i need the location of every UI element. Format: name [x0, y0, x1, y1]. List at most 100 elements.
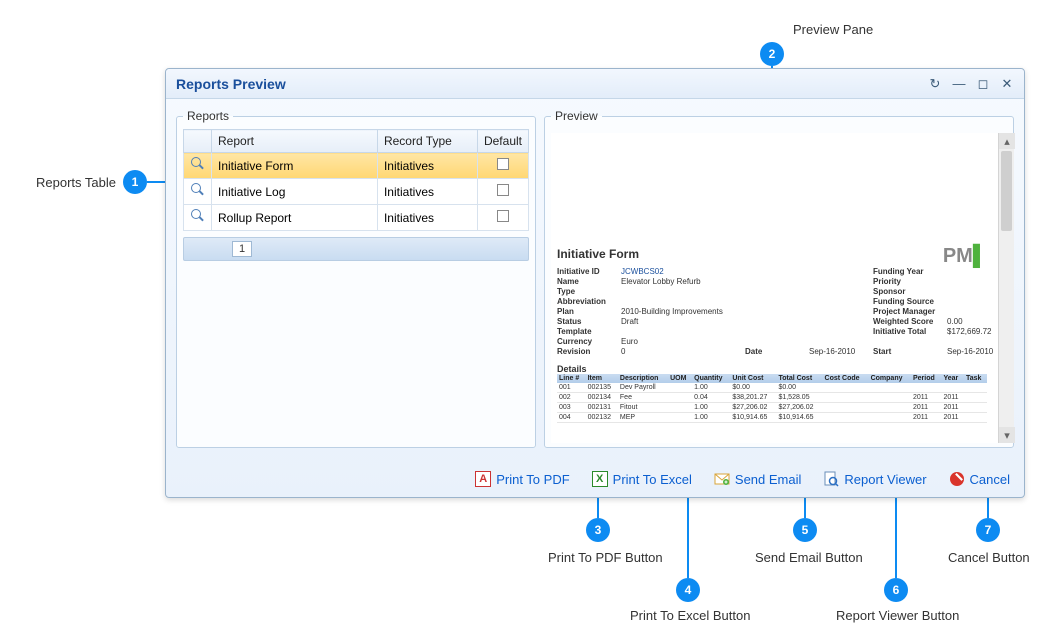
default-checkbox[interactable]	[497, 210, 509, 222]
details-col: UOM	[668, 374, 692, 383]
annotation-line	[147, 181, 165, 183]
field-value	[621, 297, 741, 306]
field-value	[621, 327, 741, 336]
annotation-badge-1: 1	[123, 170, 147, 194]
details-cell: $27,206.02	[730, 403, 776, 413]
scroll-down-icon[interactable]: ▾	[999, 427, 1015, 443]
field-label: Priority	[873, 277, 943, 286]
print-to-excel-button[interactable]: X Print To Excel	[592, 471, 692, 487]
details-cell: Fee	[618, 393, 668, 403]
field-label: Funding Source	[873, 297, 943, 306]
details-cell: 001	[557, 383, 586, 393]
field-label: Start	[873, 347, 943, 356]
refresh-icon[interactable]: ↻	[928, 77, 942, 91]
details-cell	[869, 383, 911, 393]
field-label: Currency	[557, 337, 617, 346]
details-cell	[823, 413, 869, 423]
window-controls: ↻ — ◻ ✕	[928, 77, 1014, 91]
pm-logo: PM▌	[943, 245, 987, 268]
details-col: Item	[586, 374, 618, 383]
print-to-pdf-button[interactable]: A Print To PDF	[475, 471, 569, 487]
field-label: Status	[557, 317, 617, 326]
details-cell	[964, 383, 987, 393]
close-icon[interactable]: ✕	[1000, 77, 1014, 91]
col-default[interactable]: Default	[477, 130, 528, 153]
scroll-thumb[interactable]	[1001, 151, 1012, 231]
details-cell	[869, 403, 911, 413]
details-cell	[668, 403, 692, 413]
details-cell: $38,201.27	[730, 393, 776, 403]
magnifier-icon[interactable]	[191, 209, 205, 223]
reports-header-row: Report Record Type Default	[184, 130, 529, 153]
doc-fields: Initiative ID JCWBCS02 Funding Year Name…	[557, 267, 987, 356]
pager: 1	[183, 237, 529, 261]
col-report[interactable]: Report	[212, 130, 378, 153]
field-label: Name	[557, 277, 617, 286]
reports-panel: Reports Report Record Type Default Initi…	[176, 109, 536, 448]
details-cell: 1.00	[692, 383, 730, 393]
cancel-button[interactable]: Cancel	[949, 471, 1010, 487]
minimize-icon[interactable]: —	[952, 77, 966, 91]
pager-page-1[interactable]: 1	[232, 241, 252, 257]
col-record-type[interactable]: Record Type	[377, 130, 477, 153]
annotation-badge-7: 7	[976, 518, 1000, 542]
preview-viewport: PM▌ Initiative Form Initiative ID JCWBCS…	[551, 133, 1009, 443]
details-col: Description	[618, 374, 668, 383]
field-value: JCWBCS02	[621, 267, 741, 276]
table-row[interactable]: Rollup Report Initiatives	[184, 205, 529, 231]
doc-title: Initiative Form	[557, 247, 987, 261]
details-col: Cost Code	[823, 374, 869, 383]
details-row: 004002132MEP1.00$10,914.65$10,914.652011…	[557, 413, 987, 423]
details-cell: 004	[557, 413, 586, 423]
details-cell: 1.00	[692, 413, 730, 423]
details-cell: 0.04	[692, 393, 730, 403]
details-cell: 002135	[586, 383, 618, 393]
default-checkbox[interactable]	[497, 158, 509, 170]
table-row[interactable]: Initiative Log Initiatives	[184, 179, 529, 205]
details-cell: $0.00	[776, 383, 822, 393]
scroll-up-icon[interactable]: ▴	[999, 133, 1015, 149]
preview-scrollbar[interactable]: ▴ ▾	[998, 133, 1014, 443]
details-cell	[869, 393, 911, 403]
field-value: Draft	[621, 317, 741, 326]
annotation-badge-6: 6	[884, 578, 908, 602]
cell-record-type: Initiatives	[377, 179, 477, 205]
details-table: Line #ItemDescriptionUOMQuantityUnit Cos…	[557, 374, 987, 423]
cell-record-type: Initiatives	[377, 153, 477, 179]
details-header-row: Line #ItemDescriptionUOMQuantityUnit Cos…	[557, 374, 987, 383]
cell-report: Initiative Form	[212, 153, 378, 179]
annotation-send-email: Send Email Button	[755, 550, 863, 565]
excel-icon: X	[592, 471, 608, 487]
report-viewer-button[interactable]: Report Viewer	[823, 471, 926, 487]
annotation-badge-5: 5	[793, 518, 817, 542]
details-col: Year	[941, 374, 964, 383]
cancel-icon	[949, 471, 965, 487]
details-col: Line #	[557, 374, 586, 383]
preview-panel: Preview PM▌ Initiative Form Initiative I…	[544, 109, 1014, 448]
annotation-report-viewer: Report Viewer Button	[836, 608, 959, 623]
magnifier-icon[interactable]	[191, 183, 205, 197]
magnifier-icon[interactable]	[191, 157, 205, 171]
field-label: Revision	[557, 347, 617, 356]
table-row[interactable]: Initiative Form Initiatives	[184, 153, 529, 179]
field-label: Project Manager	[873, 307, 943, 316]
button-label: Report Viewer	[844, 472, 926, 487]
button-bar: A Print To PDF X Print To Excel Send Ema…	[475, 471, 1010, 487]
annotation-preview-pane: Preview Pane	[793, 22, 873, 37]
annotation-print-excel: Print To Excel Button	[630, 608, 750, 623]
details-cell	[823, 393, 869, 403]
send-email-button[interactable]: Send Email	[714, 471, 801, 487]
details-col: Period	[911, 374, 941, 383]
default-checkbox[interactable]	[497, 184, 509, 196]
details-cell: $27,206.02	[776, 403, 822, 413]
field-label: Sponsor	[873, 287, 943, 296]
col-icon[interactable]	[184, 130, 212, 153]
details-cell: MEP	[618, 413, 668, 423]
details-row: 003002131Fitout1.00$27,206.02$27,206.022…	[557, 403, 987, 413]
details-cell	[823, 383, 869, 393]
pdf-icon: A	[475, 471, 491, 487]
details-cell: 003	[557, 403, 586, 413]
field-label: Initiative ID	[557, 267, 617, 276]
maximize-icon[interactable]: ◻	[976, 77, 990, 91]
details-cell	[869, 413, 911, 423]
